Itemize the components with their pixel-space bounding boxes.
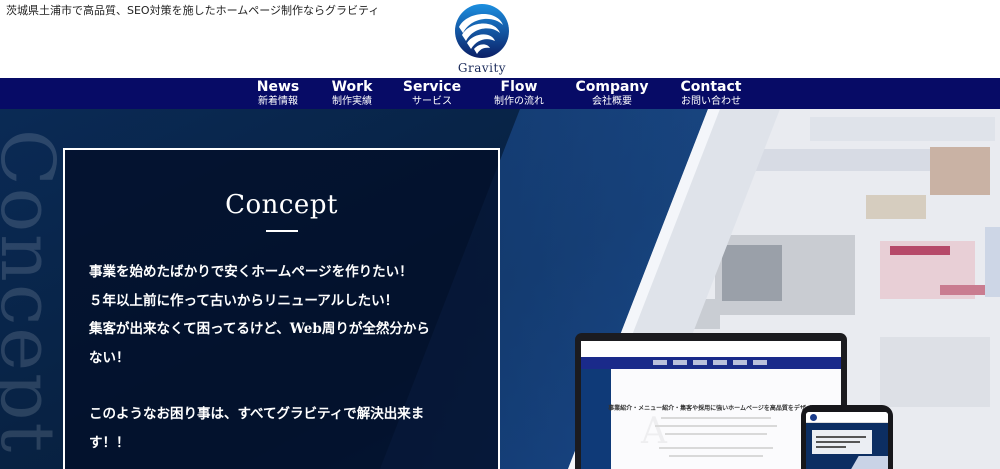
nav-item-sublabel: お問い合わせ (681, 96, 741, 107)
concept-title: Concept (225, 190, 338, 220)
phone-screen (806, 412, 888, 469)
laptop-text-line (655, 425, 777, 427)
logo-wordmark: Gravity (457, 61, 507, 75)
concept-divider (266, 230, 298, 232)
concept-panel: Concept 事業を始めたばかりで安くホームページを作りたい！ ５年以上前に作… (63, 148, 500, 469)
nav-item-sublabel: 新着情報 (258, 96, 298, 107)
nav-item-label: Company (575, 79, 649, 95)
concept-spacer (89, 372, 485, 400)
main-nav: News 新着情報 Work 制作実績 Service サービス Flow 制作… (0, 78, 1000, 109)
nav-item-contact[interactable]: Contact お問い合わせ (670, 78, 752, 109)
nav-item-news[interactable]: News 新着情報 (250, 78, 306, 109)
nav-item-sublabel: 制作の流れ (494, 96, 544, 107)
laptop-text-line (661, 417, 771, 419)
concept-watermark: Concept (0, 129, 70, 455)
gravity-swirl-logo-icon (455, 4, 509, 58)
laptop-text-line (665, 433, 767, 435)
nav-item-service[interactable]: Service サービス (400, 78, 464, 109)
nav-item-label: Service (402, 79, 462, 95)
concept-line: ない！ (89, 349, 130, 366)
nav-item-label: Contact (680, 79, 742, 95)
nav-item-label: Flow (500, 79, 538, 95)
laptop-screen-nav (581, 357, 841, 369)
concept-line: このようなお困り事は、すべてグラビティで解決出来ま (89, 406, 425, 422)
nav-item-label: Work (331, 79, 373, 95)
concept-line: す！！ (89, 434, 130, 451)
site-header: 茨城県土浦市で高品質、SEO対策を施したホームページ制作ならグラビティ Grav… (0, 0, 1000, 78)
phone-screen-card (812, 430, 872, 454)
nav-item-sublabel: 会社概要 (592, 96, 632, 107)
concept-body: 事業を始めたばかりで安くホームページを作りたい！ ５年以上前に作って古いからリニ… (89, 258, 485, 457)
nav-item-company[interactable]: Company 会社概要 (573, 78, 651, 109)
nav-item-sublabel: 制作実績 (332, 96, 372, 107)
laptop-text-line (669, 455, 763, 457)
concept-line: ５年以上前に作って古いからリニューアルしたい！ (89, 292, 399, 309)
concept-line: 事業を始めたばかりで安くホームページを作りたい！ (89, 264, 413, 280)
phone-mockup (801, 405, 893, 469)
page: 茨城県土浦市で高品質、SEO対策を施したホームページ制作ならグラビティ Grav… (0, 0, 1000, 469)
nav-item-label: News (256, 79, 300, 95)
site-logo-link[interactable]: Gravity (449, 3, 515, 77)
laptop-text-line (659, 447, 773, 449)
concept-line: 集客が出来なくて困ってるけど、Web周りが全然分から (89, 321, 430, 337)
phone-logo-icon (810, 414, 817, 421)
nav-item-work[interactable]: Work 制作実績 (324, 78, 380, 109)
laptop-screen-header (581, 341, 841, 355)
laptop-screen-dark-panel (581, 369, 611, 469)
nav-item-sublabel: サービス (412, 96, 452, 107)
hero-section: Concept Concept 事業を始めたばかりで安くホームページを作りたい！… (0, 109, 1000, 469)
nav-item-flow[interactable]: Flow 制作の流れ (486, 78, 552, 109)
site-tagline: 茨城県土浦市で高品質、SEO対策を施したホームページ制作ならグラビティ (6, 4, 380, 17)
phone-screen-header (806, 412, 888, 423)
